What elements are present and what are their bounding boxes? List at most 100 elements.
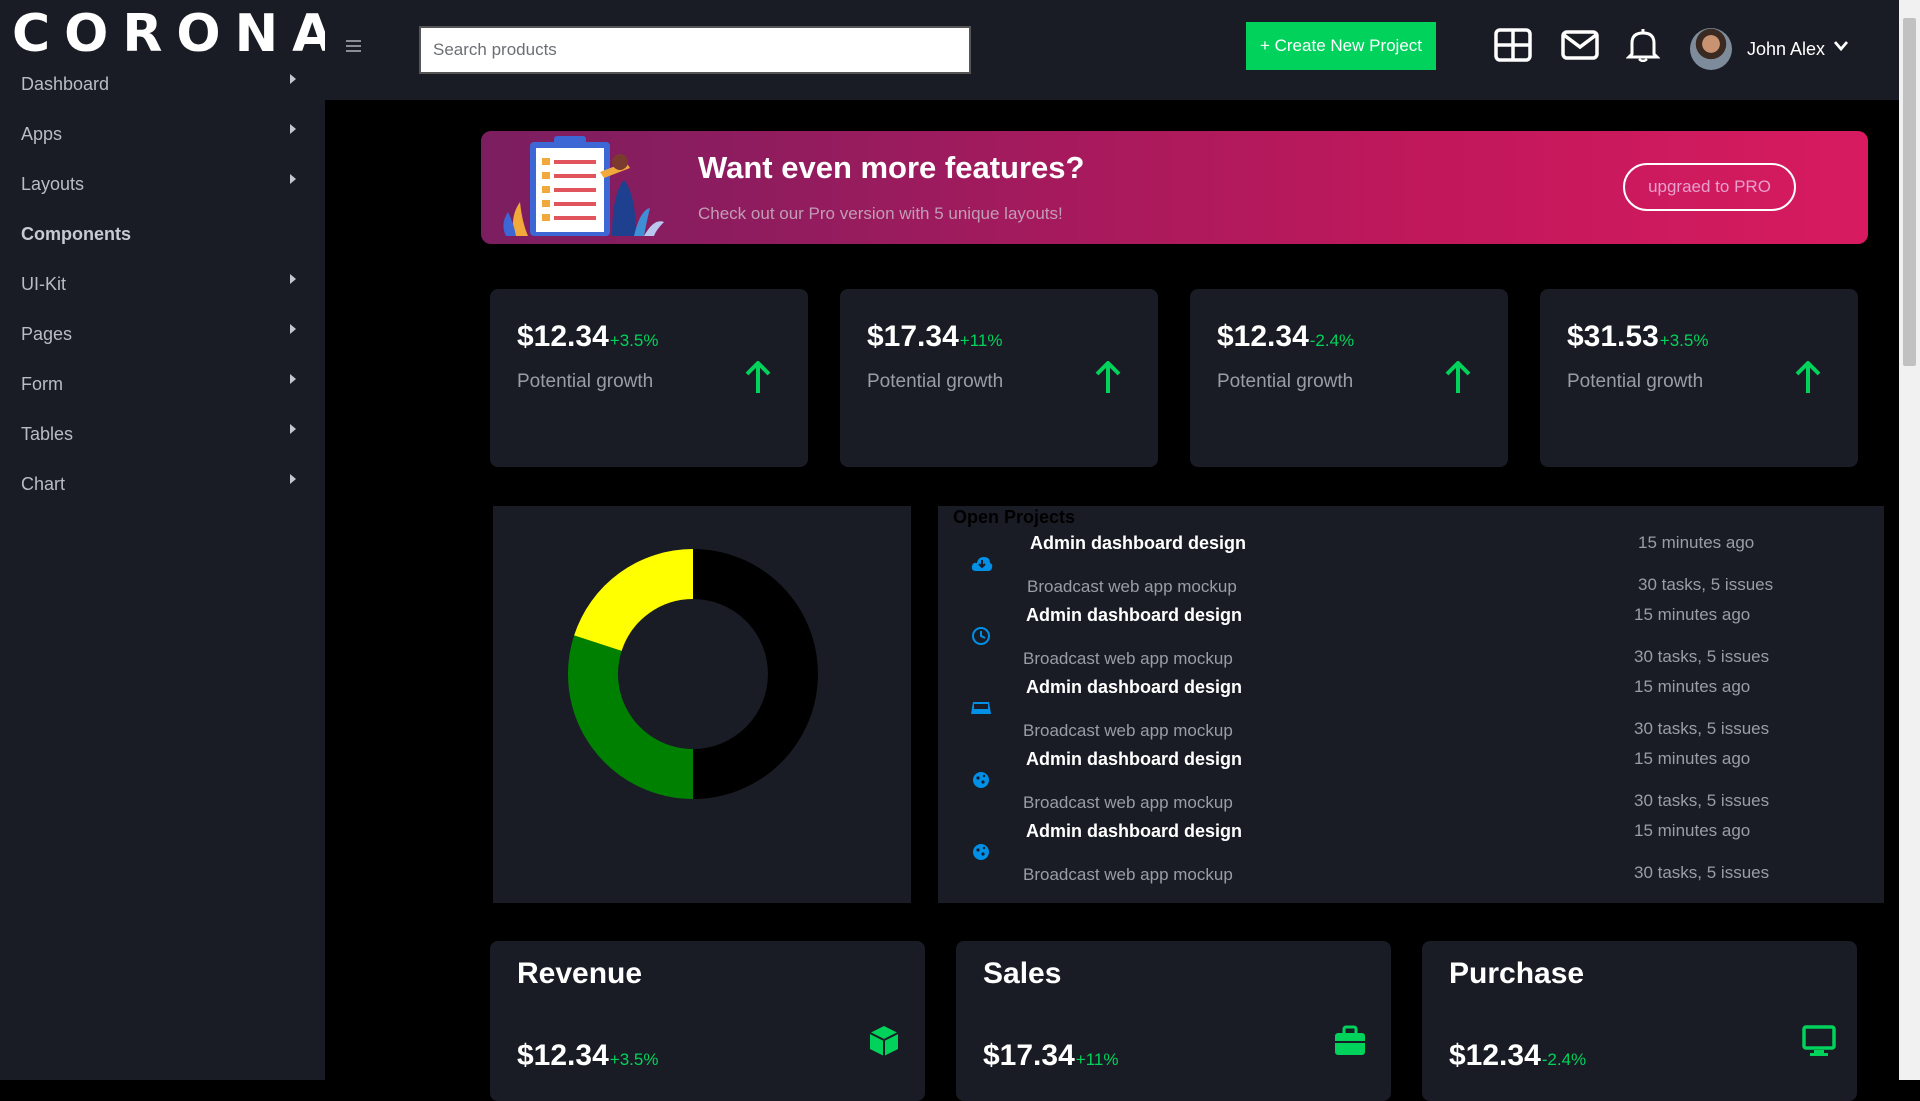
caret-right-icon	[290, 124, 296, 134]
bell-icon[interactable]	[1626, 28, 1660, 62]
project-subtitle: Broadcast web app mockup	[1023, 793, 1233, 812]
project-time: 15 minutes ago	[1634, 677, 1751, 696]
sidebar-item-dashboard[interactable]: Dashboard	[0, 66, 325, 106]
projects-title: Open Projects	[953, 507, 1076, 527]
project-subtitle: Broadcast web app mockup	[1023, 865, 1233, 884]
arrow-up-icon	[1445, 361, 1471, 393]
card-percent: +11%	[1075, 1050, 1119, 1069]
stat-value-wrap: $17.34+11%	[867, 320, 1002, 354]
project-meta: 30 tasks, 5 issues	[1638, 575, 1774, 594]
cube-icon	[869, 1026, 899, 1056]
stat-value-wrap: $12.34-2.4%	[1217, 320, 1354, 354]
stat-label: Potential growth	[867, 371, 1004, 392]
cookie-icon	[973, 844, 989, 860]
scrollbar[interactable]	[1899, 0, 1920, 1080]
monitor-icon	[1802, 1025, 1836, 1056]
banner-title: Want even more features?	[698, 150, 1085, 185]
stat-label: Potential growth	[517, 371, 654, 392]
sidebar-item-tables[interactable]: Tables	[0, 416, 325, 456]
sidebar-item-label: Dashboard	[21, 74, 110, 94]
card-value: $12.34	[1449, 1039, 1541, 1072]
search-input[interactable]	[419, 26, 971, 74]
sidebar-item-form[interactable]: Form	[0, 366, 325, 406]
stat-percent: +3.5%	[1659, 331, 1709, 350]
arrow-up-icon	[1795, 361, 1821, 393]
card-title: Purchase	[1449, 957, 1585, 990]
stat-card: $12.34+3.5% Potential growth	[490, 289, 808, 467]
project-time: 15 minutes ago	[1634, 821, 1751, 840]
card-percent: +3.5%	[609, 1050, 659, 1069]
avatar[interactable]	[1690, 28, 1732, 70]
stat-percent: -2.4%	[1309, 331, 1355, 350]
card-value-wrap: $12.34+3.5%	[517, 1039, 658, 1073]
inbox-icon	[971, 702, 991, 714]
sidebar-item-label: Form	[21, 374, 63, 394]
project-title: Admin dashboard design	[1026, 677, 1243, 697]
sidebar-item-components[interactable]: Components	[0, 216, 325, 256]
stat-value: $12.34	[1217, 320, 1309, 353]
card-percent: -2.4%	[1541, 1050, 1587, 1069]
sidebar-item-label: Apps	[21, 124, 63, 144]
arrow-up-icon	[1095, 361, 1121, 393]
chevron-down-icon[interactable]	[1833, 40, 1849, 52]
stat-percent: +11%	[959, 331, 1003, 350]
project-meta: 30 tasks, 5 issues	[1634, 719, 1770, 738]
project-title: Admin dashboard design	[1026, 605, 1243, 625]
caret-right-icon	[290, 174, 296, 184]
arrow-up-icon	[745, 361, 771, 393]
donut-segment-2[interactable]	[574, 549, 694, 652]
sidebar-item-label: UI-Kit	[21, 274, 66, 294]
stat-card: $17.34+11% Potential growth	[840, 289, 1158, 467]
sidebar: CORONA Dashboard Apps Layouts Components…	[0, 0, 332, 1080]
user-name[interactable]: John Alex	[1747, 39, 1825, 60]
cookie-icon	[973, 772, 989, 788]
stat-label: Potential growth	[1567, 371, 1704, 392]
sidebar-item-label: Chart	[21, 474, 66, 494]
sidebar-item-label: Tables	[21, 424, 74, 444]
sidebar-item-apps[interactable]: Apps	[0, 116, 325, 156]
upgrade-pro-button[interactable]: upgraed to PRO	[1623, 163, 1796, 211]
project-time: 15 minutes ago	[1638, 533, 1755, 552]
sidebar-item-ui-kit[interactable]: UI-Kit	[0, 266, 325, 306]
project-title: Admin dashboard design	[1026, 749, 1243, 769]
create-project-button[interactable]: + Create New Project	[1246, 22, 1436, 70]
sidebar-item-pages[interactable]: Pages	[0, 316, 325, 356]
project-subtitle: Broadcast web app mockup	[1023, 649, 1233, 668]
project-meta: 30 tasks, 5 issues	[1634, 863, 1770, 882]
stat-value: $17.34	[867, 320, 959, 353]
sidebar-item-layouts[interactable]: Layouts	[0, 166, 325, 206]
caret-right-icon	[290, 374, 296, 384]
project-title: Admin dashboard design	[1026, 821, 1243, 841]
donut-segment-1[interactable]	[568, 635, 694, 799]
sidebar-item-label: Pages	[21, 324, 73, 344]
caret-right-icon	[290, 274, 296, 284]
sales-card: Sales $17.34+11%	[956, 941, 1391, 1101]
caret-right-icon	[290, 424, 296, 434]
project-title: Admin dashboard design	[1030, 533, 1247, 553]
briefcase-icon	[1335, 1025, 1365, 1055]
project-subtitle: Broadcast web app mockup	[1023, 721, 1233, 740]
project-meta: 30 tasks, 5 issues	[1634, 647, 1770, 666]
grid-icon[interactable]	[1494, 28, 1532, 62]
revenue-card: Revenue $12.34+3.5%	[490, 941, 925, 1101]
clock-icon	[972, 627, 990, 645]
stat-value: $12.34	[517, 320, 609, 353]
donut-segment-0[interactable]	[692, 549, 818, 799]
menu-toggle-icon[interactable]	[346, 40, 361, 52]
banner-subtitle: Check out our Pro version with 5 unique …	[698, 204, 1063, 223]
stat-value: $31.53	[1567, 320, 1659, 353]
cloud-download-icon	[971, 557, 993, 571]
scrollbar-thumb[interactable]	[1903, 18, 1916, 366]
brand-logo[interactable]: CORONA	[12, 4, 346, 64]
mail-icon[interactable]	[1561, 28, 1599, 62]
stat-value-wrap: $12.34+3.5%	[517, 320, 658, 354]
purchase-card: Purchase $12.34-2.4%	[1422, 941, 1857, 1101]
card-value-wrap: $17.34+11%	[983, 1039, 1118, 1073]
project-time: 15 minutes ago	[1634, 749, 1751, 768]
sidebar-item-label: Components	[21, 224, 131, 244]
caret-right-icon	[290, 474, 296, 484]
caret-right-icon	[290, 74, 296, 84]
sidebar-item-label: Layouts	[21, 174, 85, 194]
card-value: $17.34	[983, 1039, 1075, 1072]
sidebar-item-chart[interactable]: Chart	[0, 466, 325, 506]
